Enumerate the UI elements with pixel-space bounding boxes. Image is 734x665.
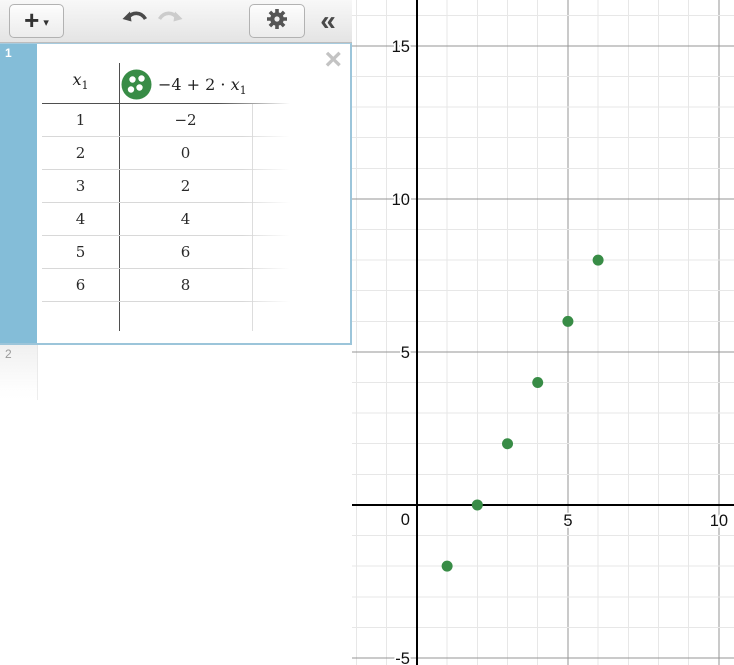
- svg-text:5: 5: [563, 512, 572, 530]
- expression-gutter[interactable]: 2: [0, 345, 38, 400]
- table-cell-x[interactable]: 4: [42, 203, 119, 236]
- svg-text:-5: -5: [395, 650, 410, 665]
- table-cell-x[interactable]: 1: [42, 104, 119, 137]
- redo-icon: [154, 8, 184, 35]
- svg-text:10: 10: [392, 191, 410, 209]
- desmos-app: 510-5510150 + ▾: [0, 0, 734, 665]
- table-column-header-x[interactable]: x1: [42, 70, 119, 92]
- plus-icon: +: [24, 5, 39, 35]
- table-cell-x[interactable]: 5: [42, 236, 119, 269]
- table-column-header-expression[interactable]: −4 + 2 · x1: [158, 75, 247, 97]
- double-chevron-left-icon: «: [320, 5, 336, 37]
- data-point: [593, 255, 604, 266]
- data-point: [442, 561, 453, 572]
- data-point: [502, 438, 513, 449]
- undo-button[interactable]: [120, 8, 152, 34]
- data-point: [532, 377, 543, 388]
- table-cell-y[interactable]: 8: [119, 269, 252, 302]
- gear-icon: [264, 6, 290, 37]
- data-point: [562, 316, 573, 327]
- undo-icon: [121, 8, 151, 35]
- table-row: 2 0: [42, 137, 290, 170]
- expression-row-table[interactable]: 1 x1 −4 + 2 · x1 1 −2 2: [0, 43, 352, 345]
- table-cell-x[interactable]: 2: [42, 137, 119, 170]
- graph-svg[interactable]: 5 10 -5 5 10 15 0: [352, 0, 734, 665]
- svg-text:5: 5: [401, 344, 410, 362]
- collapse-panel-button[interactable]: «: [310, 1, 346, 41]
- close-icon[interactable]: ×: [324, 45, 342, 75]
- table-row: 4 4: [42, 203, 290, 236]
- svg-text:10: 10: [710, 512, 728, 530]
- data-point: [472, 499, 483, 510]
- chevron-down-icon: ▾: [43, 16, 49, 29]
- table-cell-x[interactable]: 3: [42, 170, 119, 203]
- add-expression-button[interactable]: + ▾: [9, 4, 64, 38]
- table-row: 1 −2: [42, 104, 290, 137]
- toolbar: + ▾: [0, 0, 352, 43]
- expression-panel: + ▾: [0, 0, 352, 665]
- table-cell-x[interactable]: 6: [42, 269, 119, 302]
- table-row: 5 6: [42, 236, 290, 269]
- expression-index: 2: [5, 347, 12, 361]
- table-cell-y[interactable]: 2: [119, 170, 252, 203]
- table-cell-y[interactable]: −2: [119, 104, 252, 137]
- table-cell-y[interactable]: 4: [119, 203, 252, 236]
- scatter-icon[interactable]: [121, 69, 152, 100]
- table-row: 6 8: [42, 269, 290, 302]
- expression-row-empty[interactable]: 2: [0, 345, 350, 405]
- expression-gutter-selected[interactable]: 1: [0, 44, 37, 343]
- table-cell-y[interactable]: 6: [119, 236, 252, 269]
- table-cell-y[interactable]: 0: [119, 137, 252, 170]
- table-row: 3 2: [42, 170, 290, 203]
- svg-text:15: 15: [392, 38, 410, 56]
- redo-button[interactable]: [153, 8, 185, 34]
- settings-button[interactable]: [249, 4, 305, 38]
- expression-index: 1: [5, 46, 12, 60]
- svg-text:0: 0: [401, 511, 410, 529]
